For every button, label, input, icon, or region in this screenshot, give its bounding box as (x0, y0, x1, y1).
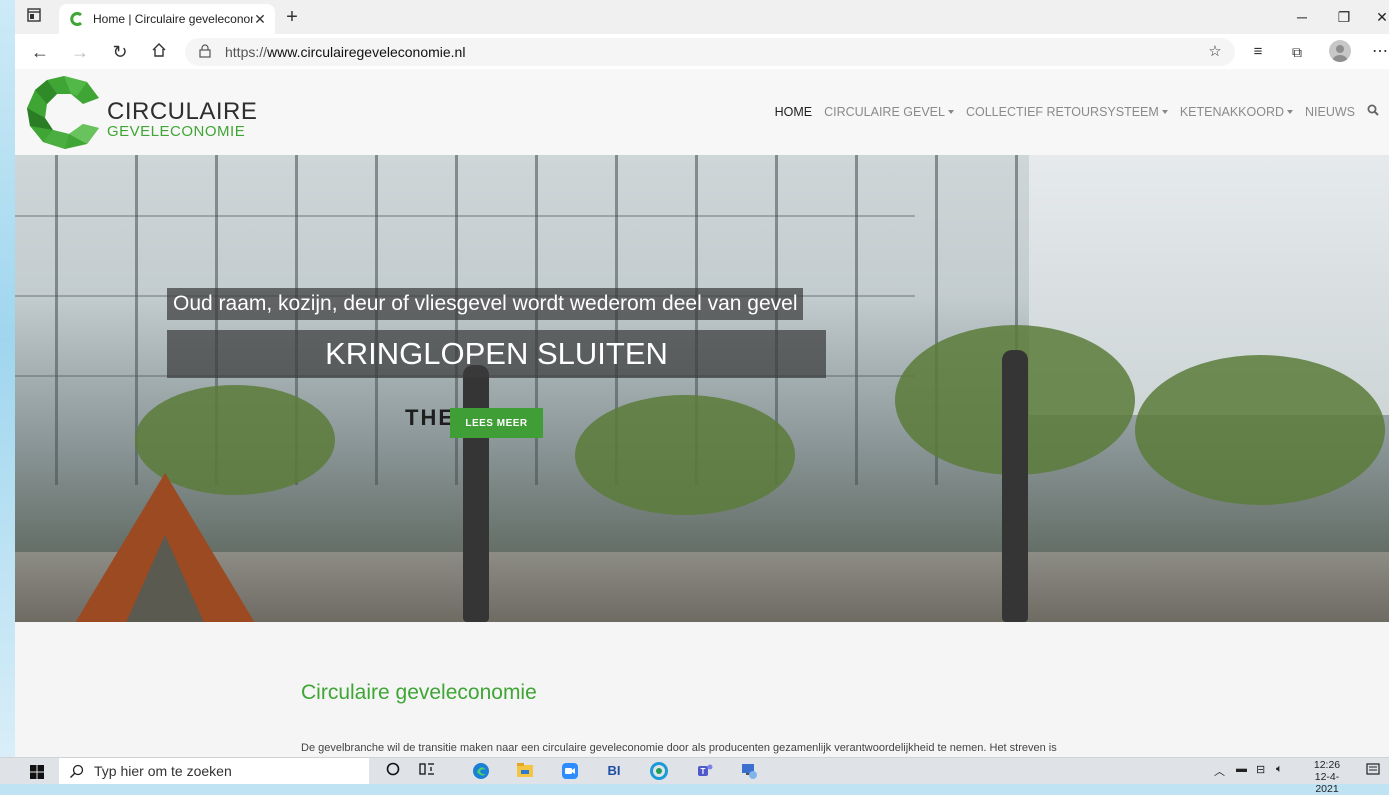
maximize-icon[interactable]: ❐ (1333, 6, 1355, 28)
nav-collectief-retoursysteem[interactable]: COLLECTIEF RETOURSYSTEEM (966, 105, 1168, 119)
more-menu-icon[interactable]: ⋯ (1368, 40, 1389, 64)
home-icon[interactable] (147, 40, 171, 64)
parasol (463, 365, 489, 622)
favorites-icon[interactable]: ≡ (1246, 40, 1270, 64)
logo-text-line2: GEVELECONOMIE (107, 123, 246, 140)
browser-window: Home | Circulaire geveleconomie ✕ + ─ ❐ … (15, 0, 1389, 757)
site-favicon-icon (69, 11, 85, 27)
tree (1135, 355, 1385, 505)
tab-actions-icon[interactable] (25, 8, 43, 26)
refresh-icon[interactable]: ↻ (108, 40, 132, 64)
edge-icon[interactable] (472, 762, 490, 780)
facade-mullion (55, 155, 58, 485)
content-section: Circulaire geveleconomie De gevelbranche… (15, 622, 1389, 757)
tab-title: Home | Circulaire geveleconomie (93, 12, 253, 26)
taskbar: Typ hier om te zoeken BI T ︿ ▬ ⊟ 🔈︎ 12:2… (0, 757, 1389, 795)
hero-headline: KRINGLOPEN SLUITEN (167, 330, 826, 378)
hero-banner: THE Oud raam, kozijn, deur of vliesgevel… (15, 155, 1389, 622)
taskbar-search-input[interactable]: Typ hier om te zoeken (59, 758, 369, 784)
facade-mullion (375, 155, 378, 485)
battery-icon[interactable]: ▬ (1236, 763, 1247, 775)
svg-text:T: T (701, 767, 706, 776)
logo-text-line1: CIRCULAIRE (107, 98, 258, 125)
nav-circulaire-gevel-label: CIRCULAIRE GEVEL (824, 104, 945, 119)
nav-home[interactable]: HOME (775, 105, 813, 119)
tray-chevron-icon[interactable]: ︿ (1214, 763, 1225, 779)
nav-ketenakkoord-label: KETENAKKOORD (1179, 104, 1284, 119)
zoom-icon[interactable] (561, 762, 579, 780)
site-header: CIRCULAIRE GEVELECONOMIE HOME CIRCULAIRE… (15, 69, 1389, 155)
file-explorer-icon[interactable] (516, 762, 534, 780)
nav-ketenakkoord[interactable]: KETENAKKOORD (1180, 105, 1293, 119)
clock-date: 12-4-2021 (1314, 771, 1340, 795)
back-icon[interactable]: ← (28, 40, 52, 64)
dropdown-caret-icon (947, 110, 954, 115)
address-bar: ← → ↻ https://www.circulairegeveleconomi… (15, 34, 1389, 70)
collections-icon[interactable]: ⧉ (1285, 40, 1309, 64)
nav-nieuws[interactable]: NIEUWS (1305, 105, 1355, 119)
cortana-icon[interactable] (384, 762, 402, 780)
url-field[interactable]: https://www.circulairegeveleconomie.nl (185, 38, 1235, 66)
parasol (1002, 350, 1028, 622)
search-placeholder: Typ hier om te zoeken (94, 763, 232, 779)
url-text: https://www.circulairegeveleconomie.nl (225, 44, 466, 60)
tab-home[interactable]: Home | Circulaire geveleconomie ✕ (59, 4, 275, 34)
profile-avatar[interactable] (1329, 40, 1351, 62)
site-logo-icon[interactable] (25, 74, 103, 150)
sculpture-a-frame-inner (125, 535, 205, 622)
forward-icon[interactable]: → (68, 40, 92, 64)
hero-caption: Oud raam, kozijn, deur of vliesgevel wor… (167, 288, 804, 320)
minimize-icon[interactable]: ─ (1291, 6, 1313, 28)
nav-collectief-retoursysteem-label: COLLECTIEF RETOURSYSTEEM (965, 104, 1159, 119)
bi-app-icon[interactable]: BI (605, 762, 623, 780)
remote-desktop-icon[interactable] (740, 762, 758, 780)
dropdown-caret-icon (1287, 110, 1293, 115)
dropdown-caret-icon (1161, 110, 1168, 115)
desktop-background (0, 0, 15, 757)
tree (575, 395, 795, 515)
site-search-icon[interactable] (1367, 104, 1379, 119)
close-window-icon[interactable]: ✕ (1371, 6, 1389, 28)
teams-icon[interactable]: T (696, 762, 714, 780)
network-icon[interactable]: ⊟ (1256, 763, 1265, 776)
circle-app-icon[interactable] (650, 762, 668, 780)
task-view-icon[interactable] (418, 762, 436, 780)
volume-icon[interactable]: 🔈︎ (1276, 763, 1283, 776)
favorite-add-icon[interactable]: ☆ (1203, 40, 1227, 64)
tab-bar: Home | Circulaire geveleconomie ✕ + ─ ❐ … (15, 0, 1389, 34)
section-heading: Circulaire geveleconomie (301, 681, 537, 704)
nav-circulaire-gevel[interactable]: CIRCULAIRE GEVEL (824, 105, 954, 119)
notifications-icon[interactable] (1366, 763, 1380, 780)
clock-time: 12:26 (1313, 759, 1341, 771)
main-nav: HOME CIRCULAIRE GEVEL COLLECTIEF RETOURS… (763, 104, 1379, 119)
facade-transom (15, 215, 915, 217)
lees-meer-button[interactable]: LEES MEER (450, 408, 543, 438)
search-icon (69, 763, 85, 779)
facade-mullion (855, 155, 858, 485)
tab-close-icon[interactable]: ✕ (251, 10, 269, 28)
shop-sign: THE (405, 405, 455, 430)
new-tab-icon[interactable]: + (281, 6, 303, 28)
taskbar-clock[interactable]: 12:26 12-4-2021 (1304, 759, 1350, 795)
lock-icon (199, 44, 213, 58)
windows-start-icon[interactable] (30, 765, 44, 779)
intro-text: De gevelbranche wil de transitie maken n… (301, 742, 1057, 754)
